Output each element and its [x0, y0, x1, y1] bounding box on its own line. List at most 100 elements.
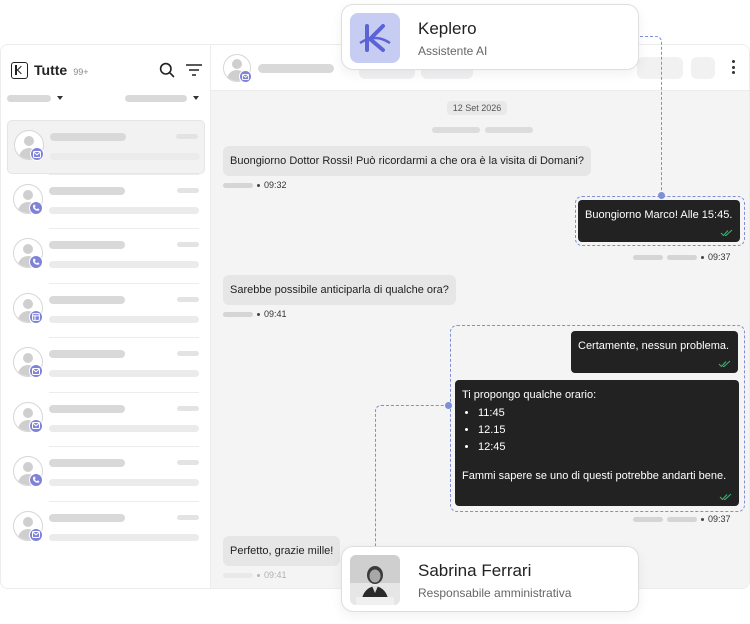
- contact-name-placeholder: [49, 350, 125, 358]
- message-text: Buongiorno Marco! Alle 15:45.: [585, 209, 733, 221]
- message-time: 09:41: [264, 309, 287, 319]
- message-preview-placeholder: [49, 315, 199, 323]
- agent-name: Keplero: [418, 19, 477, 38]
- contact-name-placeholder: [49, 513, 125, 522]
- connector-dot: [658, 192, 665, 199]
- mail-channel-icon: [30, 147, 44, 161]
- conversation-sidebar: Tutte 99+: [1, 45, 211, 588]
- incoming-message: Buongiorno Dottor Rossi! Può ricordarmi …: [223, 146, 591, 176]
- conversation-item[interactable]: [7, 284, 205, 338]
- message-text: Ti propongo qualche orario:: [462, 389, 597, 401]
- mail-channel-icon: [29, 418, 43, 433]
- message-preview-placeholder: [49, 261, 199, 268]
- contact-name-placeholder: [49, 459, 125, 467]
- time-placeholder: [177, 296, 199, 302]
- text-placeholder: [485, 127, 533, 133]
- incoming-message: Perfetto, grazie mille!: [223, 536, 341, 566]
- divider: [49, 228, 199, 229]
- search-icon[interactable]: [159, 62, 175, 78]
- divider: [49, 282, 199, 284]
- message-preview-placeholder: [50, 153, 200, 160]
- time-option: 11:45: [478, 405, 732, 422]
- read-receipt-icon: [720, 229, 733, 237]
- message-preview-placeholder: [49, 206, 199, 214]
- time-placeholder: [177, 187, 199, 193]
- conversation-item[interactable]: [7, 120, 205, 174]
- contact-name-placeholder: [49, 241, 125, 249]
- chevron-down-icon: [57, 96, 63, 100]
- filter-dropdown-left[interactable]: [7, 95, 51, 102]
- web-channel-icon: [29, 309, 43, 324]
- phone-channel-icon: [29, 473, 43, 487]
- inbox-title: Tutte: [34, 62, 68, 78]
- message-meta: 09:41: [223, 309, 287, 319]
- outgoing-message: Ti propongo qualche orario: 11:45 12.15 …: [455, 380, 739, 506]
- human-agent-card: Sabrina Ferrari Responsabile amministrat…: [341, 546, 639, 612]
- person-photo-icon: [350, 555, 400, 605]
- read-receipt-icon: [718, 360, 731, 368]
- divider: [49, 500, 199, 502]
- sidebar-header: Tutte 99+: [11, 59, 203, 81]
- filter-icon[interactable]: [185, 62, 203, 78]
- human-connector-line: [375, 405, 451, 547]
- incoming-message: Sarebbe possibile anticiparla di qualche…: [223, 275, 456, 305]
- divider: [49, 391, 199, 393]
- message-meta: 09:32: [223, 180, 287, 190]
- text-placeholder: [432, 127, 480, 133]
- time-placeholder: [177, 405, 199, 411]
- contact-name-placeholder: [49, 186, 125, 195]
- message-preview-placeholder: [49, 479, 199, 486]
- agent-name: Sabrina Ferrari: [418, 561, 532, 580]
- time-options-list: 11:45 12.15 12:45: [462, 405, 732, 456]
- time-placeholder: [176, 134, 198, 139]
- agent-role: Assistente AI: [418, 44, 488, 58]
- message-time: 09:32: [264, 180, 287, 190]
- time-option: 12:45: [478, 439, 732, 456]
- message-time: 09:37: [708, 252, 731, 262]
- mail-channel-icon: [239, 70, 252, 83]
- time-option: 12.15: [478, 422, 732, 439]
- message-preview-placeholder: [49, 370, 199, 377]
- chevron-down-icon: [193, 96, 199, 100]
- ai-agent-card: Keplero Assistente AI: [341, 4, 639, 70]
- more-options-icon[interactable]: [731, 60, 735, 74]
- message-meta: 09:41: [223, 570, 287, 580]
- time-placeholder: [177, 514, 199, 520]
- read-receipt-icon: [719, 493, 732, 501]
- conversation-item[interactable]: [7, 393, 205, 447]
- message-meta: 09:37: [633, 514, 731, 524]
- time-placeholder: [177, 351, 199, 356]
- filter-dropdown-right[interactable]: [125, 95, 187, 102]
- collapse-sidebar-icon[interactable]: [11, 61, 28, 79]
- filter-bar: [7, 93, 203, 103]
- conversation-item[interactable]: [7, 175, 205, 229]
- chat-panel: 12 Set 2026 Buongiorno Dottor Rossi! Può…: [211, 45, 749, 588]
- divider: [49, 173, 199, 175]
- outgoing-message: Certamente, nessun problema.: [571, 331, 738, 373]
- conversation-item[interactable]: [7, 229, 205, 283]
- message-text: Fammi sapere se uno di questi potrebbe a…: [462, 470, 727, 482]
- mail-channel-icon: [29, 364, 43, 378]
- mail-channel-icon: [29, 527, 43, 542]
- date-separator: 12 Set 2026: [447, 101, 507, 115]
- message-preview-placeholder: [49, 424, 199, 432]
- divider: [49, 337, 199, 338]
- message-text: Certamente, nessun problema.: [578, 340, 730, 352]
- conversation-item[interactable]: [7, 338, 205, 392]
- conversation-item[interactable]: [7, 502, 205, 556]
- phone-channel-icon: [29, 200, 43, 215]
- header-action-button[interactable]: [691, 57, 715, 79]
- contact-name-placeholder: [49, 295, 125, 304]
- message-time: 09:37: [708, 514, 731, 524]
- agent-role: Responsabile amministrativa: [418, 586, 572, 600]
- conversation-item[interactable]: [7, 447, 205, 501]
- divider: [49, 446, 199, 447]
- message-meta: 09:37: [633, 252, 731, 262]
- time-placeholder: [177, 242, 199, 247]
- keplero-logo-icon: [350, 13, 400, 63]
- inbox-count: 99+: [73, 66, 89, 77]
- contact-name-placeholder: [258, 64, 334, 73]
- contact-name-placeholder: [50, 133, 126, 141]
- contact-name-placeholder: [49, 404, 125, 413]
- outgoing-message: Buongiorno Marco! Alle 15:45.: [578, 200, 740, 242]
